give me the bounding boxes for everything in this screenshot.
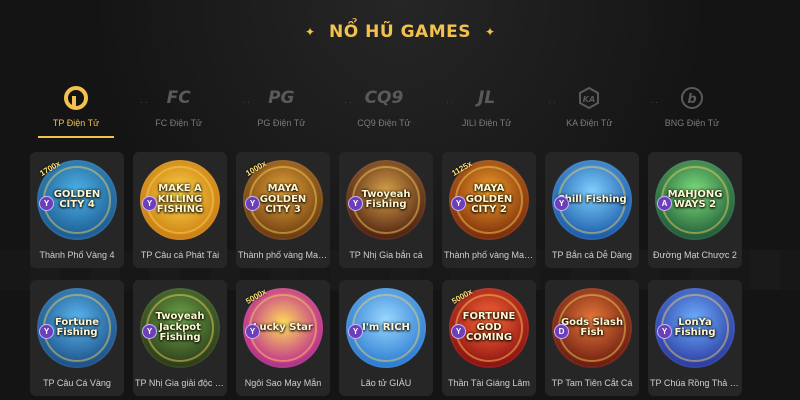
- game-thumbnail[interactable]: MAKE A KILLING FISHING Y: [140, 160, 220, 240]
- game-thumbnail[interactable]: Twoyeah Jackpot Fishing Y: [140, 288, 220, 368]
- tab-jili[interactable]: JL JILI Điện Tử: [445, 86, 529, 128]
- tab-separator: ··: [344, 97, 354, 107]
- tab-label: CQ9 Điện Tử: [357, 118, 411, 128]
- page-title: NỔ HŨ GAMES: [329, 22, 471, 42]
- game-card[interactable]: Fortune Fishing Y TP Câu Cá Vàng: [30, 280, 124, 396]
- game-card[interactable]: GOLDEN CITY 4 1700x Y Thành Phố Vàng 4: [30, 152, 124, 268]
- bng-logo-icon: b: [680, 86, 704, 110]
- game-name: Ngôi Sao May Mắn: [244, 378, 322, 388]
- provider-badge-icon: Y: [245, 324, 260, 339]
- game-thumbnail[interactable]: Twoyeah Fishing Y: [346, 160, 426, 240]
- game-card[interactable]: MAHJONG WAYS 2 A Đường Mạt Chược 2: [648, 152, 742, 268]
- game-name: TP Câu Cá Vàng: [43, 378, 111, 388]
- tab-pg[interactable]: PG PG Điện Tử: [239, 86, 323, 128]
- provider-badge-icon: A: [657, 196, 672, 211]
- tab-separator: ··: [242, 97, 252, 107]
- tab-cq9[interactable]: CQ9 CQ9 Điện Tử: [342, 86, 426, 128]
- tab-separator: ··: [446, 97, 456, 107]
- game-thumbnail[interactable]: MAYA GOLDEN CITY 3 1000x Y: [243, 159, 323, 240]
- provider-badge-icon: Y: [245, 196, 260, 211]
- tab-label: BNG Điện Tử: [664, 118, 720, 128]
- game-name: TP Nhị Gia bắn cá: [349, 250, 423, 260]
- provider-badge-icon: D: [554, 324, 569, 339]
- game-card[interactable]: Twoyeah Fishing Y TP Nhị Gia bắn cá: [339, 152, 433, 268]
- game-card[interactable]: LonYa Fishing Y TP Chúa Rồng Thả Cá: [648, 280, 742, 396]
- fc-logo-icon: FC: [166, 88, 191, 108]
- game-thumbnail[interactable]: MAHJONG WAYS 2A: [655, 160, 735, 240]
- cq9-logo-icon: CQ9: [364, 88, 404, 108]
- sparkle-icon: ✦: [304, 25, 316, 39]
- game-thumbnail[interactable]: Chill Fishing Y: [552, 160, 632, 240]
- svg-text:KA: KA: [583, 95, 595, 104]
- tab-label: JILI Điện Tử: [461, 118, 512, 128]
- game-thumbnail[interactable]: Fortune Fishing Y: [37, 288, 117, 368]
- tp-logo-icon: [63, 86, 89, 110]
- svg-text:b: b: [687, 92, 696, 107]
- game-card[interactable]: MAYA GOLDEN CITY 2 1125x Y Thành phố vàng M…: [442, 152, 536, 268]
- tab-label: TP Điện Tử: [52, 118, 100, 128]
- tab-bng[interactable]: b BNG Điện Tử: [650, 86, 734, 128]
- jili-logo-icon: JL: [478, 88, 496, 108]
- provider-badge-icon: Y: [142, 196, 157, 211]
- game-logo-text: I'm RICH: [362, 321, 410, 333]
- provider-badge-icon: Y: [142, 324, 157, 339]
- game-name: Thành phố vàng Maya 2: [444, 250, 534, 260]
- game-name: TP Nhị Gia giải độc đắc: [135, 378, 225, 388]
- tab-separator: ··: [548, 97, 558, 107]
- game-card[interactable]: FORTUNE GOD COMING 5000x Y Thần Tài Giáng L…: [442, 280, 536, 396]
- game-thumbnail[interactable]: I'm RICH Y: [346, 288, 426, 368]
- tab-fc[interactable]: FC FC Điện Tử: [137, 86, 221, 128]
- game-thumbnail[interactable]: LonYa Fishing Y: [655, 288, 735, 368]
- game-name: Thành Phố Vàng 4: [39, 250, 115, 260]
- tab-separator: ··: [650, 97, 660, 107]
- sparkle-icon: ✦: [484, 25, 496, 39]
- tab-ka[interactable]: KA KA Điện Tử: [547, 86, 631, 128]
- game-name: Thành phố vàng Maya 3: [238, 250, 328, 260]
- game-name: Lão tử GIÀU: [360, 378, 412, 388]
- game-thumbnail[interactable]: Gods Slash Fish D: [552, 288, 632, 368]
- provider-badge-icon: Y: [451, 196, 466, 211]
- provider-badge-icon: Y: [657, 324, 672, 339]
- game-name: Đường Mạt Chược 2: [653, 250, 737, 260]
- game-card[interactable]: Twoyeah Jackpot Fishing Y TP Nhị Gia giải …: [133, 280, 227, 396]
- provider-badge-icon: Y: [348, 324, 363, 339]
- tab-label: FC Điện Tử: [155, 118, 203, 128]
- game-card[interactable]: I'm RICH Y Lão tử GIÀU: [339, 280, 433, 396]
- game-name: TP Câu cá Phát Tài: [140, 250, 220, 260]
- game-card[interactable]: Chill Fishing Y TP Bắn cá Dễ Dàng: [545, 152, 639, 268]
- provider-badge-icon: Y: [451, 324, 466, 339]
- provider-badge-icon: Y: [348, 196, 363, 211]
- game-name: Thần Tài Giáng Lâm: [448, 378, 530, 388]
- pg-logo-icon: PG: [268, 88, 295, 108]
- tab-tp[interactable]: TP Điện Tử: [34, 86, 118, 138]
- game-card[interactable]: Lucky Star 5000x Y Ngôi Sao May Mắn: [236, 280, 330, 396]
- provider-badge-icon: Y: [554, 196, 569, 211]
- game-name: TP Tam Tiên Cắt Cá: [551, 378, 633, 388]
- game-grid: GOLDEN CITY 4 1700x Y Thành Phố Vàng 4 MAKE …: [30, 152, 742, 396]
- game-card[interactable]: Gods Slash Fish D TP Tam Tiên Cắt Cá: [545, 280, 639, 396]
- game-thumbnail[interactable]: FORTUNE GOD COMING 5000x Y: [449, 287, 529, 368]
- provider-badge-icon: Y: [39, 196, 54, 211]
- section-header: ✦ NỔ HŨ GAMES ✦: [0, 22, 800, 42]
- game-thumbnail[interactable]: Lucky Star 5000x Y: [243, 287, 323, 368]
- game-card[interactable]: MAYA GOLDEN CITY 3 1000x Y Thành phố vàng M…: [236, 152, 330, 268]
- ka-logo-icon: KA: [578, 86, 600, 110]
- game-name: TP Bắn cá Dễ Dàng: [552, 250, 632, 260]
- game-name: TP Chúa Rồng Thả Cá: [650, 378, 740, 388]
- tab-label: KA Điện Tử: [566, 118, 613, 128]
- tab-label: PG Điện Tử: [257, 118, 306, 128]
- game-thumbnail[interactable]: MAYA GOLDEN CITY 2 1125x Y: [449, 159, 529, 240]
- game-thumbnail[interactable]: GOLDEN CITY 4 1700x Y: [37, 159, 117, 240]
- tab-separator: ··: [140, 97, 150, 107]
- provider-tabs: TP Điện Tử FC FC Điện Tử PG PG Điện Tử C…: [34, 86, 734, 138]
- game-card[interactable]: MAKE A KILLING FISHING Y TP Câu cá Phát Tà…: [133, 152, 227, 268]
- provider-badge-icon: Y: [39, 324, 54, 339]
